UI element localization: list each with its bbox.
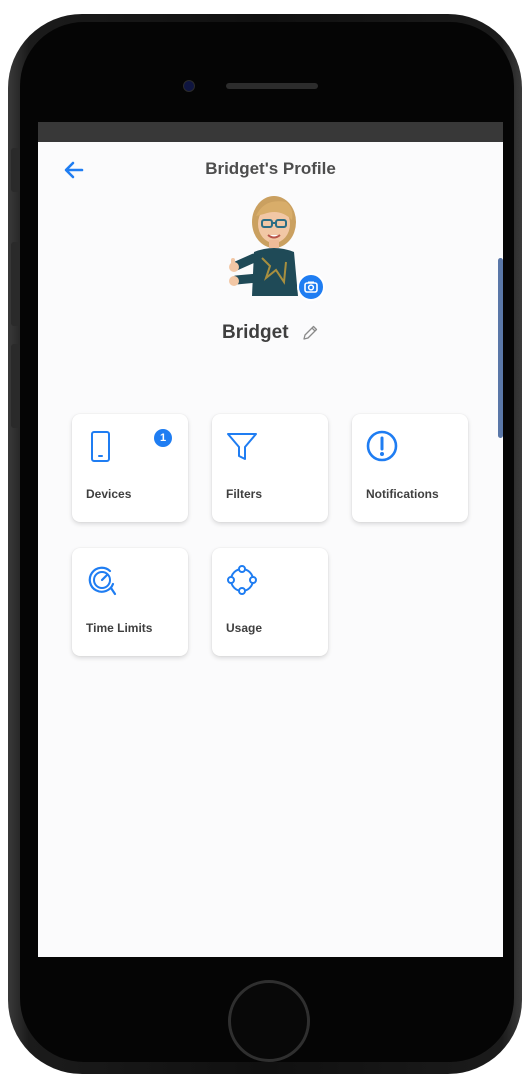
earpiece-speaker — [226, 83, 318, 89]
usage-tile[interactable]: Usage — [212, 548, 328, 656]
front-camera — [183, 80, 195, 92]
usage-icon — [227, 565, 257, 595]
home-button[interactable] — [228, 980, 310, 1062]
phone-icon — [91, 431, 110, 462]
filter-icon — [227, 433, 257, 460]
notifications-label: Notifications — [366, 487, 439, 501]
devices-count-badge: 1 — [154, 429, 172, 447]
pencil-icon[interactable] — [301, 324, 319, 342]
time-limits-label: Time Limits — [86, 621, 153, 635]
profile-name: Bridget — [222, 322, 289, 343]
page-title: Bridget's Profile — [205, 159, 336, 178]
filters-tile[interactable]: Filters — [212, 414, 328, 522]
timer-icon — [88, 566, 117, 596]
scrollbar-thumb[interactable] — [498, 258, 503, 438]
alert-icon — [366, 430, 398, 462]
usage-label: Usage — [226, 621, 263, 635]
filters-label: Filters — [226, 487, 263, 501]
profile-name-row: Bridget — [38, 322, 503, 344]
change-photo-button[interactable] — [297, 273, 325, 301]
app-screen: Bridget's Profile Bridget 1 Devices Filt… — [38, 142, 503, 957]
devices-label: Devices — [86, 487, 132, 501]
time-limits-tile[interactable]: Time Limits — [72, 548, 188, 656]
devices-tile[interactable]: 1 Devices — [72, 414, 188, 522]
notifications-tile[interactable]: Notifications — [352, 414, 468, 522]
camera-icon — [304, 281, 318, 293]
status-bar — [38, 122, 503, 142]
